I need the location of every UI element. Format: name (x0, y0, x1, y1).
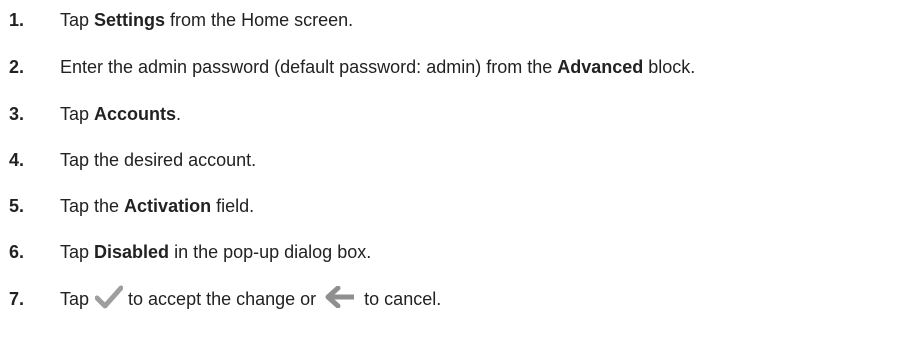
activation-label: Activation (124, 195, 212, 216)
step-text-mid: to accept the change or (128, 288, 317, 309)
step-text: Tap Accounts. (60, 104, 181, 125)
step-number: 7. (9, 288, 25, 309)
checkmark-icon (94, 285, 124, 314)
step-text: Tap Settings from the Home screen. (60, 10, 353, 31)
instruction-list: 1. Tap Settings from the Home screen. 2.… (0, 0, 901, 338)
step-text-post: to cancel. (364, 288, 442, 309)
step-number: 1. (9, 9, 25, 30)
step-text: Enter the admin password (default passwo… (60, 57, 695, 78)
step-number: 2. (9, 56, 25, 77)
step-text-post: block. (643, 56, 696, 77)
step-text-post: . (176, 103, 182, 124)
step-text-post: from the Home screen. (165, 9, 354, 30)
step-text-pre: Tap (60, 9, 95, 30)
settings-label: Settings (94, 9, 166, 30)
step-text-post: in the pop-up dialog box. (169, 241, 372, 262)
disabled-label: Disabled (94, 241, 170, 262)
step-text-pre: Enter the admin password (default passwo… (60, 56, 558, 77)
step-text: Tap the desired account. (60, 149, 257, 170)
accounts-label: Accounts (94, 103, 177, 124)
step-text: Tap the Activation field. (60, 196, 254, 217)
step-text: Tap Disabled in the pop-up dialog box. (60, 242, 371, 263)
step-number: 4. (9, 149, 25, 170)
step-text-pre: Tap the (60, 195, 125, 216)
step-text-pre: Tap (60, 241, 95, 262)
step-text-pre: Tap (60, 288, 90, 309)
advanced-label: Advanced (557, 56, 644, 77)
back-arrow-icon (324, 285, 356, 313)
step-text-post: field. (211, 195, 255, 216)
step-number: 3. (9, 103, 25, 124)
step-text-pre: Tap (60, 103, 95, 124)
step-number: 5. (9, 195, 25, 216)
step-text: Tap to accept the change or to cancel. (60, 285, 441, 314)
step-number: 6. (9, 241, 25, 262)
